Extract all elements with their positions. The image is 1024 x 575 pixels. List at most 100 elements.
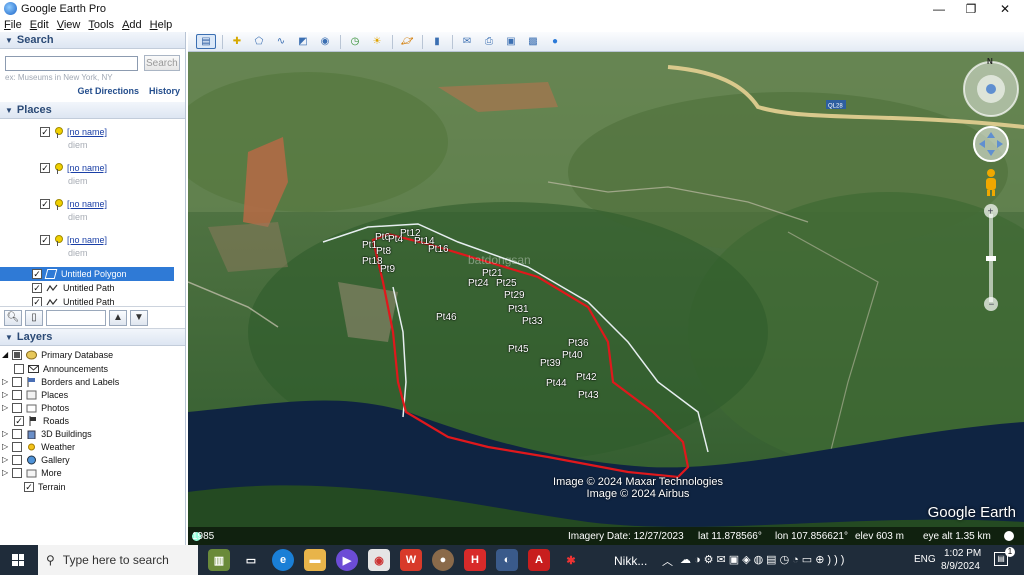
checkbox[interactable]: ✓: [32, 269, 42, 279]
path-name[interactable]: Untitled Path: [63, 283, 115, 293]
menu-tools[interactable]: Tools: [88, 19, 114, 31]
sunlight-button[interactable]: ☀: [368, 34, 386, 49]
checkbox[interactable]: ✓: [40, 235, 50, 245]
taskbar-time[interactable]: 1:02 PM: [944, 548, 981, 559]
menu-edit[interactable]: Edit: [30, 19, 49, 31]
checkbox[interactable]: ✓: [14, 415, 24, 426]
list-item[interactable]: ✓ [no name]: [40, 233, 185, 247]
map-point-label[interactable]: Pt45: [508, 344, 529, 355]
checkbox[interactable]: ✓: [24, 481, 34, 492]
save-image-button[interactable]: ▣: [502, 34, 520, 49]
media-app-icon[interactable]: ▶: [336, 549, 358, 571]
search-places-button[interactable]: 🔍︎: [4, 309, 22, 326]
untitled-polygon-item[interactable]: ✓ Untitled Polygon: [0, 267, 174, 281]
checkbox[interactable]: ✓: [40, 163, 50, 173]
layer-3d-buildings[interactable]: ▷ 3D Buildings: [2, 427, 92, 440]
map-point-label[interactable]: Pt43: [578, 390, 599, 401]
look-around-control[interactable]: [960, 58, 1022, 120]
map-point-label[interactable]: Pt40: [562, 350, 583, 361]
map-point-label[interactable]: Pt24: [468, 278, 489, 289]
file-explorer-icon[interactable]: ▬: [304, 549, 326, 571]
checkbox[interactable]: ✓: [40, 199, 50, 209]
checkbox[interactable]: [12, 376, 23, 387]
taskbar-search-box[interactable]: ⚲ Type here to search: [38, 545, 198, 575]
untitled-path-item[interactable]: ✓ Untitled Path: [32, 295, 185, 306]
red-app-icon[interactable]: H: [464, 549, 486, 571]
map-point-label[interactable]: Pt39: [540, 358, 561, 369]
checkbox[interactable]: [12, 441, 23, 452]
windows-start-icon[interactable]: [12, 554, 24, 566]
layer-places[interactable]: ▷ Places: [2, 388, 68, 401]
add-path-button[interactable]: ∿: [272, 34, 290, 49]
zoom-slider[interactable]: + −: [982, 202, 1000, 314]
map-point-label[interactable]: Pt46: [436, 312, 457, 323]
taskbar-app-books-icon[interactable]: ▥: [208, 549, 230, 571]
minimize-button[interactable]: —: [922, 0, 956, 17]
street-view-pegman-icon[interactable]: [981, 168, 1001, 196]
toggle-sidebar-button[interactable]: ▤: [196, 34, 216, 49]
map-point-label[interactable]: Pt9: [380, 264, 395, 275]
layer-more[interactable]: ▷ More: [2, 466, 62, 479]
move-down-button[interactable]: ▼: [130, 309, 148, 326]
polygon-name[interactable]: Untitled Polygon: [61, 269, 127, 279]
acrobat-icon[interactable]: A: [528, 549, 550, 571]
map-point-label[interactable]: Pt16: [428, 244, 449, 255]
checkbox[interactable]: [12, 454, 23, 465]
map-point-label[interactable]: Pt31: [508, 304, 529, 315]
switch-planet-button[interactable]: 🪐︎: [398, 34, 416, 49]
checkbox[interactable]: ✓: [32, 297, 42, 306]
layer-gallery[interactable]: ▷ Gallery: [2, 453, 70, 466]
chrome-app-icon[interactable]: ◉: [368, 549, 390, 571]
get-directions-link[interactable]: Get Directions: [77, 86, 139, 102]
history-link[interactable]: History: [149, 86, 180, 102]
places-filter-input[interactable]: [46, 309, 106, 326]
map-point-label[interactable]: Pt25: [496, 278, 517, 289]
toggle-panel-button[interactable]: ▯: [25, 309, 43, 326]
layer-roads[interactable]: ✓ Roads: [14, 414, 69, 427]
menu-view[interactable]: View: [57, 19, 81, 31]
record-movie-button[interactable]: ▩: [524, 34, 542, 49]
move-control[interactable]: [971, 124, 1011, 164]
map-point-label[interactable]: Pt44: [546, 378, 567, 389]
view-in-maps-button[interactable]: ●: [546, 34, 564, 49]
checkbox[interactable]: ✓: [32, 283, 42, 293]
email-button[interactable]: ✉: [458, 34, 476, 49]
menu-help[interactable]: Help: [150, 19, 173, 31]
add-placemark-button[interactable]: ✚: [228, 34, 246, 49]
tray-expand-icon[interactable]: ︿: [662, 553, 673, 569]
checkbox[interactable]: ✓: [40, 127, 50, 137]
ruler-button[interactable]: ▮: [428, 34, 446, 49]
system-tray-icons[interactable]: ☁◑⚙✉▣◈◍▤◷◔▭⊕))): [680, 553, 847, 566]
record-tour-button[interactable]: ◉: [316, 34, 334, 49]
map-point-label[interactable]: Pt36: [568, 338, 589, 349]
checkbox[interactable]: [12, 428, 23, 439]
list-item[interactable]: ✓ [no name]: [40, 197, 185, 211]
checkbox[interactable]: [12, 402, 23, 413]
placemark-name[interactable]: [no name]: [67, 235, 107, 245]
menu-add[interactable]: Add: [122, 19, 142, 31]
checkbox[interactable]: [12, 349, 23, 360]
app-shell-icon[interactable]: ●: [432, 549, 454, 571]
historical-imagery-button[interactable]: ◷: [346, 34, 364, 49]
search-input[interactable]: [5, 55, 138, 71]
checkbox[interactable]: [14, 363, 24, 374]
taskbar-date[interactable]: 8/9/2024: [941, 561, 980, 572]
earth-map-view[interactable]: QL28 batdongsan Pt6 Pt4 Pt12 Pt1 Pt8 Pt14 Pt16…: [188, 52, 1024, 545]
google-earth-taskbar-icon[interactable]: ◐: [496, 549, 518, 571]
list-item[interactable]: ✓ [no name]: [40, 161, 185, 175]
north-indicator[interactable]: N: [987, 57, 993, 66]
layer-terrain[interactable]: ✓ Terrain: [24, 480, 66, 493]
checkbox[interactable]: [12, 389, 23, 400]
map-point-label[interactable]: Pt42: [576, 372, 597, 383]
search-panel-header[interactable]: ▼ Search: [0, 32, 185, 49]
add-polygon-button[interactable]: ⬠: [250, 34, 268, 49]
untitled-path-item[interactable]: ✓ Untitled Path: [32, 281, 185, 295]
placemark-name[interactable]: [no name]: [67, 127, 107, 137]
map-point-label[interactable]: Pt1: [362, 240, 377, 251]
edge-browser-icon[interactable]: e: [272, 549, 294, 571]
layer-primary-database[interactable]: ◢ Primary Database: [2, 348, 113, 361]
placemark-name[interactable]: [no name]: [67, 199, 107, 209]
wps-office-icon[interactable]: W: [400, 549, 422, 571]
layers-panel-header[interactable]: ▼ Layers: [0, 329, 185, 346]
language-indicator[interactable]: ENG: [914, 554, 936, 565]
